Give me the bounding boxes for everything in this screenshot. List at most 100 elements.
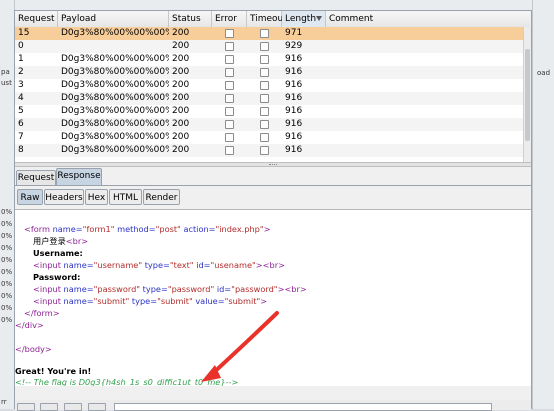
col-header-comment[interactable]: Comment (326, 11, 530, 27)
error-checkbox[interactable] (225, 68, 234, 77)
error-checkbox[interactable] (225, 29, 234, 38)
cell-payload: D0g3%80%00%00%00%0... (61, 119, 169, 129)
cell-status: 200 (172, 93, 190, 103)
cell-request: 15 (18, 28, 30, 38)
bg-label: 0% (1, 292, 13, 300)
background-window-top (14, 0, 532, 10)
tab-render[interactable]: Render (143, 189, 180, 205)
help-button[interactable] (17, 403, 35, 411)
tab-response[interactable]: Response (56, 168, 102, 185)
bg-label: ust (1, 79, 12, 87)
timeout-checkbox[interactable] (260, 55, 269, 64)
cell-status: 200 (172, 132, 190, 142)
next-button[interactable] (88, 403, 106, 411)
cell-request: 0 (18, 41, 24, 51)
cell-request: 2 (18, 67, 24, 77)
splitter-grip-icon (269, 164, 277, 167)
timeout-checkbox[interactable] (260, 29, 269, 38)
table-row[interactable]: 3 D0g3%80%00%00%00%0...200 916 (15, 79, 523, 92)
tab-request[interactable]: Request (16, 170, 56, 185)
table-row[interactable]: 2 D0g3%80%00%00%00%0...200 916 (15, 66, 523, 79)
bg-label: 0% (1, 268, 13, 276)
table-row[interactable]: 7 D0g3%80%00%00%00%0...200 916 (15, 131, 523, 144)
cell-status: 200 (172, 67, 190, 77)
cell-status: 200 (172, 28, 190, 38)
col-header-payload[interactable]: Payload (58, 11, 169, 27)
cell-status: 200 (172, 80, 190, 90)
cell-status: 200 (172, 119, 190, 129)
error-checkbox[interactable] (225, 94, 234, 103)
error-checkbox[interactable] (225, 55, 234, 64)
timeout-checkbox[interactable] (260, 68, 269, 77)
col-header-status[interactable]: Status (169, 11, 212, 27)
timeout-checkbox[interactable] (260, 94, 269, 103)
timeout-checkbox[interactable] (260, 120, 269, 129)
results-vertical-scrollbar[interactable] (523, 27, 531, 162)
cell-request: 1 (18, 54, 24, 64)
timeout-checkbox[interactable] (260, 146, 269, 155)
cell-request: 7 (18, 132, 24, 142)
table-row[interactable]: 8 D0g3%80%00%00%00%0...200 916 (15, 144, 523, 157)
tab-html[interactable]: HTML (109, 189, 142, 205)
error-checkbox[interactable] (225, 107, 234, 116)
cell-payload: D0g3%80%00%00%00%0... (61, 54, 169, 64)
error-checkbox[interactable] (225, 146, 234, 155)
background-window-right: oad (532, 0, 554, 409)
bg-label: 0% (1, 220, 13, 228)
timeout-checkbox[interactable] (260, 133, 269, 142)
cell-length: 971 (285, 28, 303, 38)
cell-payload: D0g3%80%00%00%00%0... (61, 93, 169, 103)
background-window-left: pa ust 0% 0% 0% 0% 0% 0% 0% 0% 0% 0% rr (0, 0, 15, 409)
timeout-checkbox[interactable] (260, 107, 269, 116)
cell-length: 916 (285, 119, 303, 129)
table-row[interactable]: 5 D0g3%80%00%00%00%0...200 916 (15, 105, 523, 118)
col-header-length[interactable]: Length (282, 11, 326, 27)
table-row[interactable]: 0 200 929 (15, 40, 523, 53)
cell-request: 3 (18, 80, 24, 90)
cell-request: 8 (18, 145, 24, 155)
cell-payload: D0g3%80%00%00%00%0... (61, 106, 169, 116)
error-checkbox[interactable] (225, 133, 234, 142)
bg-label: 0% (1, 304, 13, 312)
table-row[interactable]: 15 D0g3%80%00%00%00%0...200 971 (15, 27, 523, 40)
table-row[interactable]: 4 D0g3%80%00%00%00%0...200 916 (15, 92, 523, 105)
error-checkbox[interactable] (225, 42, 234, 51)
tab-raw[interactable]: Raw (17, 189, 43, 205)
bg-label: pa (1, 68, 10, 76)
tab-hex[interactable]: Hex (85, 189, 108, 205)
tab-headers[interactable]: Headers (44, 189, 84, 205)
cell-request: 5 (18, 106, 24, 116)
table-row[interactable]: 6 D0g3%80%00%00%00%0...200 916 (15, 118, 523, 131)
col-header-error[interactable]: Error (212, 11, 247, 27)
error-checkbox[interactable] (225, 81, 234, 90)
bg-label: rr (1, 398, 7, 406)
cell-payload (58, 40, 169, 53)
table-row[interactable]: 1 D0g3%80%00%00%00%0...200 916 (15, 53, 523, 66)
timeout-checkbox[interactable] (260, 81, 269, 90)
cell-request: 4 (18, 93, 24, 103)
bg-label: 0% (1, 256, 13, 264)
search-input[interactable] (114, 403, 492, 411)
bg-label: 0% (1, 232, 13, 240)
results-table-header: Request Payload Status Error Timeout Len… (15, 11, 530, 28)
bg-label: 0% (1, 280, 13, 288)
raw-response-view[interactable]: <form name="form1" method="post" action=… (15, 209, 531, 386)
cell-length: 916 (285, 145, 303, 155)
timeout-checkbox[interactable] (260, 42, 269, 51)
error-checkbox[interactable] (225, 120, 234, 129)
sort-descending-icon (316, 16, 322, 21)
cell-length: 929 (285, 41, 303, 51)
cell-length: 916 (285, 67, 303, 77)
cell-status: 200 (172, 54, 190, 64)
cell-status: 200 (172, 41, 190, 51)
intruder-results-window: Request Payload Status Error Timeout Len… (14, 10, 532, 411)
add-button[interactable] (64, 403, 82, 411)
arrow-shaft (209, 311, 279, 377)
previous-button[interactable] (40, 403, 58, 411)
cell-length: 916 (285, 132, 303, 142)
scrollbar-thumb[interactable] (525, 49, 530, 141)
message-tabs: Request Response (15, 168, 531, 185)
col-header-timeout[interactable]: Timeout (247, 11, 287, 27)
pane-splitter[interactable] (15, 162, 531, 167)
col-header-request[interactable]: Request (15, 11, 58, 27)
